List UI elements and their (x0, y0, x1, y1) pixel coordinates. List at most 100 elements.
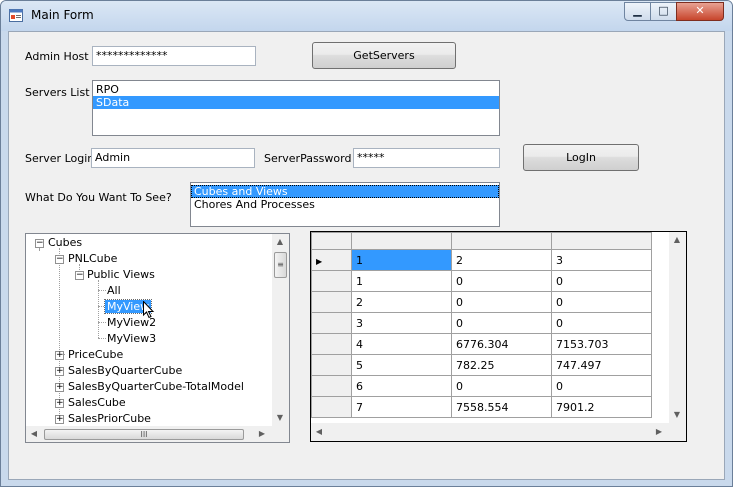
admin-host-input[interactable]: ************* (92, 46, 256, 66)
expand-icon[interactable]: + (55, 383, 64, 392)
tree-node-cubes[interactable]: Cubes (46, 235, 84, 251)
grid-row[interactable]: 3 0 0 (311, 312, 652, 334)
grid-row[interactable]: 4 6776.304 7153.703 (311, 333, 652, 355)
grid-cell[interactable]: 782.25 (451, 354, 552, 376)
collapse-icon[interactable]: − (35, 239, 44, 248)
grid-row-header[interactable] (311, 270, 352, 292)
scroll-thumb[interactable]: III (44, 429, 244, 440)
grid-row-header[interactable] (311, 354, 352, 376)
grid-column-header[interactable] (551, 232, 652, 250)
grid-cell[interactable]: 0 (551, 375, 652, 397)
scroll-up-arrow-icon[interactable]: ▲ (272, 234, 288, 250)
get-servers-button[interactable]: GetServers (312, 42, 456, 69)
grid-cell[interactable]: 6 (351, 375, 452, 397)
grid-cell[interactable]: 6776.304 (451, 333, 552, 355)
grid-header-row (311, 232, 652, 250)
what-to-see-label: What Do You Want To See? (25, 191, 172, 204)
tree-node-salescube[interactable]: SalesCube (66, 395, 128, 411)
tree-node-label: Public Views (87, 268, 155, 281)
grid-row[interactable]: ▶ 1 2 3 (311, 249, 652, 271)
minimize-button[interactable]: ▁ (624, 2, 651, 21)
grid-cell[interactable]: 7153.703 (551, 333, 652, 355)
grid-cell[interactable]: 5 (351, 354, 452, 376)
tree-node-view-all[interactable]: All (105, 283, 123, 299)
grid-cell[interactable]: 3 (351, 312, 452, 334)
grid-corner-header[interactable] (311, 232, 352, 250)
grid-cell[interactable]: 3 (551, 249, 652, 271)
data-grid[interactable]: ▶ 1 2 3 1 0 0 2 0 0 3 0 0 4 6776.304 715… (310, 231, 687, 442)
expand-icon[interactable]: + (55, 367, 64, 376)
tree-horizontal-scrollbar[interactable]: ◀ III ▶ (26, 426, 272, 442)
grid-row[interactable]: 6 0 0 (311, 375, 652, 397)
title-bar[interactable]: Main Form ▁ □ ✕ (1, 1, 732, 31)
grid-cell[interactable]: 0 (451, 312, 552, 334)
scroll-right-arrow-icon[interactable]: ▶ (651, 424, 667, 440)
server-password-input[interactable]: ***** (353, 148, 500, 168)
tree-node-pnlcube[interactable]: PNLCube (66, 251, 119, 267)
scroll-thumb[interactable]: ≡ (274, 252, 287, 278)
grid-cell[interactable]: 2 (351, 291, 452, 313)
grid-vertical-scrollbar[interactable]: ▲ ▼ (669, 232, 686, 423)
tree-vertical-scrollbar[interactable]: ▲ ≡ ▼ (272, 234, 289, 426)
scroll-down-arrow-icon[interactable]: ▼ (669, 407, 685, 423)
scroll-left-arrow-icon[interactable]: ◀ (26, 426, 42, 442)
expand-icon[interactable]: + (55, 399, 64, 408)
server-login-input[interactable]: Admin (91, 148, 255, 168)
tree-node-pricecube[interactable]: PriceCube (66, 347, 125, 363)
grid-cell[interactable]: 0 (551, 270, 652, 292)
grid-row[interactable]: 1 0 0 (311, 270, 652, 292)
app-icon (9, 9, 23, 22)
grid-row[interactable]: 2 0 0 (311, 291, 652, 313)
grid-cell[interactable]: 0 (451, 291, 552, 313)
grid-row[interactable]: 5 782.25 747.497 (311, 354, 652, 376)
grid-column-header[interactable] (351, 232, 452, 250)
tree-node-salespriorcube[interactable]: SalesPriorCube (66, 411, 153, 427)
grid-cell[interactable]: 747.497 (551, 354, 652, 376)
view-option-chores[interactable]: Chores And Processes (191, 198, 499, 211)
grid-row-header[interactable] (311, 291, 352, 313)
grid-row[interactable]: 7 7558.554 7901.2 (311, 396, 652, 418)
grid-row-header[interactable] (311, 312, 352, 334)
scroll-right-arrow-icon[interactable]: ▶ (254, 426, 270, 442)
server-item-rpo[interactable]: RPO (93, 83, 499, 96)
login-button[interactable]: LogIn (523, 144, 639, 171)
grid-cell[interactable]: 1 (351, 270, 452, 292)
server-item-sdata[interactable]: SData (93, 96, 499, 109)
collapse-icon[interactable]: − (75, 271, 84, 280)
scroll-down-arrow-icon[interactable]: ▼ (272, 410, 288, 426)
grid-cell[interactable]: 0 (551, 312, 652, 334)
tree-node-salesbyquartercube[interactable]: SalesByQuarterCube (66, 363, 184, 379)
tree-line (59, 248, 60, 418)
view-type-listbox[interactable]: Cubes and Views Chores And Processes (190, 182, 500, 227)
tree-node-label: Cubes (48, 236, 83, 249)
close-button[interactable]: ✕ (676, 2, 724, 21)
grid-cell[interactable]: 7901.2 (551, 396, 652, 418)
grid-cell[interactable]: 4 (351, 333, 452, 355)
grid-cell[interactable]: 1 (351, 249, 452, 271)
tree-node-view-myview3[interactable]: MyView3 (105, 331, 158, 347)
scroll-left-arrow-icon[interactable]: ◀ (311, 424, 327, 440)
tree-node-public-views[interactable]: Public Views (85, 267, 157, 283)
grid-column-header[interactable] (451, 232, 552, 250)
maximize-button[interactable]: □ (650, 2, 677, 21)
collapse-icon[interactable]: − (55, 255, 64, 264)
grid-horizontal-scrollbar[interactable]: ◀ ▶ (311, 423, 669, 441)
grid-row-header[interactable] (311, 375, 352, 397)
expand-icon[interactable]: + (55, 415, 64, 424)
scroll-up-arrow-icon[interactable]: ▲ (669, 232, 685, 248)
grid-row-header[interactable]: ▶ (311, 249, 352, 271)
tree-node-salesbyquartercube-totalmodel[interactable]: SalesByQuarterCube-TotalModel (66, 379, 246, 395)
grid-cell[interactable]: 0 (451, 270, 552, 292)
grid-cell[interactable]: 7 (351, 396, 452, 418)
grid-cell[interactable]: 2 (451, 249, 552, 271)
current-row-arrow-icon: ▶ (316, 256, 323, 266)
grid-cell[interactable]: 0 (451, 375, 552, 397)
grid-cell[interactable]: 0 (551, 291, 652, 313)
cubes-treeview[interactable]: − Cubes − PNLCube − Public Views All MyV… (25, 233, 290, 443)
grid-row-header[interactable] (311, 333, 352, 355)
view-option-cubes[interactable]: Cubes and Views (191, 185, 499, 198)
grid-cell[interactable]: 7558.554 (451, 396, 552, 418)
servers-listbox[interactable]: RPO SData (92, 80, 500, 136)
grid-row-header[interactable] (311, 396, 352, 418)
expand-icon[interactable]: + (55, 351, 64, 360)
